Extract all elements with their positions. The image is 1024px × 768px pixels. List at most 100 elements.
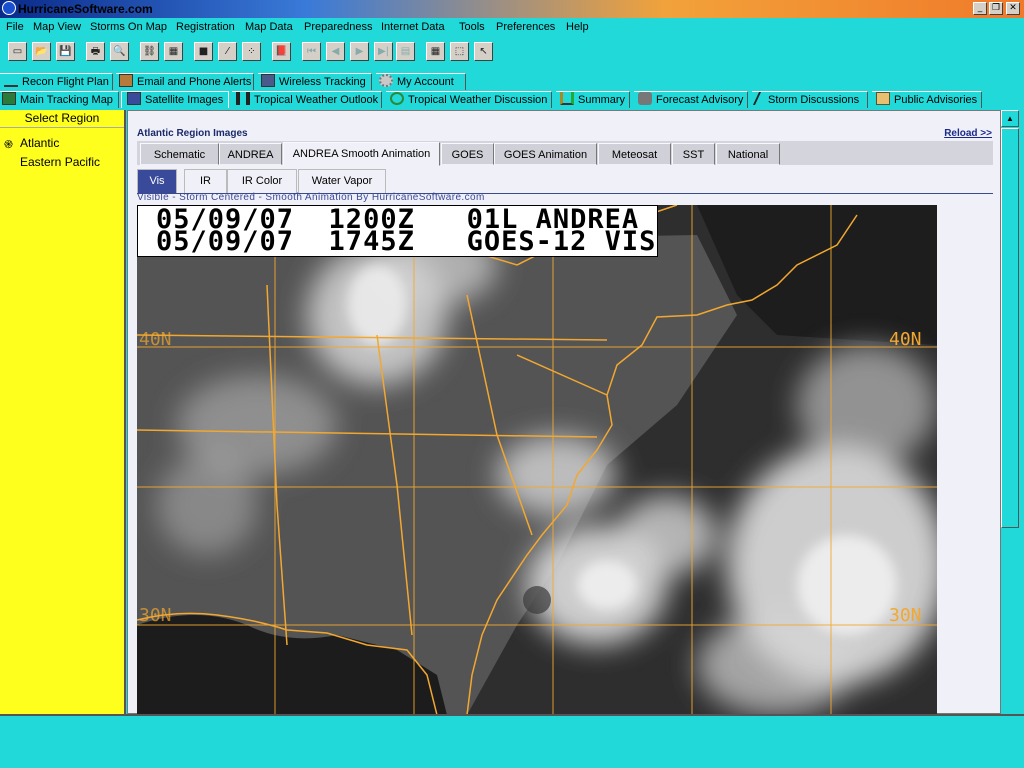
binoculars-icon <box>236 92 250 105</box>
tab-water-vapor[interactable]: Water Vapor <box>298 169 386 193</box>
tab-row-upper: Recon Flight Plan Email and Phone Alerts… <box>0 73 1024 91</box>
prev-frame-icon[interactable]: ◀ <box>326 42 345 61</box>
book-icon[interactable]: 📕 <box>272 42 291 61</box>
tab-my-account[interactable]: My Account <box>376 73 466 90</box>
menu-registration[interactable]: Registration <box>176 21 235 33</box>
title-bar[interactable]: HurricaneSoftware.com _ ❐ ✕ <box>0 0 1024 18</box>
storm-icon <box>638 92 652 105</box>
wireless-icon <box>261 74 275 87</box>
menu-storms-on-map[interactable]: Storms On Map <box>90 21 167 33</box>
play-icon[interactable]: ▶ <box>350 42 369 61</box>
menu-bar: File Map View Storms On Map Registration… <box>0 18 1024 38</box>
tab-label: Tropical Weather Outlook <box>254 94 379 106</box>
print-preview-icon[interactable]: 🔍 <box>110 42 129 61</box>
tab-label: Main Tracking Map <box>20 94 113 106</box>
tab-forecast-advisory[interactable]: Forecast Advisory <box>634 91 748 108</box>
tab-ir-color[interactable]: IR Color <box>227 169 297 193</box>
box-icon[interactable]: ■ <box>194 42 213 61</box>
tab-label: Storm Discussions <box>768 94 860 106</box>
tab-recon-flight-plan[interactable]: Recon Flight Plan <box>0 73 113 90</box>
scroll-up-arrow-icon[interactable]: ▲ <box>1001 110 1019 127</box>
tab-meteosat[interactable]: Meteosat <box>598 143 671 165</box>
new-file-icon[interactable]: ▭ <box>8 42 27 61</box>
grid-points-icon[interactable]: ⁘ <box>242 42 261 61</box>
image-tabs: Schematic ANDREA ANDREA Smooth Animation… <box>137 141 993 166</box>
tab-label: Email and Phone Alerts <box>137 76 252 88</box>
image-timestamp-line2: 05/09/07 1745Z GOES-12 VIS <box>156 226 657 257</box>
reload-link[interactable]: Reload >> <box>944 128 992 139</box>
close-button[interactable]: ✕ <box>1006 2 1020 15</box>
content-area: Atlantic Region Images Reload >> Schemat… <box>127 110 1001 715</box>
latitude-label-40n: 40N <box>889 329 922 350</box>
vertical-scrollbar[interactable]: ▲ <box>1001 110 1019 714</box>
tab-label: My Account <box>397 76 454 88</box>
tab-goes[interactable]: GOES <box>441 143 494 165</box>
tab-email-phone-alerts[interactable]: Email and Phone Alerts <box>116 73 254 90</box>
tab-storm-discussions[interactable]: Storm Discussions <box>752 91 868 108</box>
tab-schematic[interactable]: Schematic <box>140 143 219 165</box>
satellite-map <box>137 205 937 715</box>
tab-label: Wireless Tracking <box>279 76 366 88</box>
content-heading: Atlantic Region Images <box>137 128 248 139</box>
building-icon[interactable]: ▦ <box>164 42 183 61</box>
link-icon[interactable]: ⛓ <box>140 42 159 61</box>
menu-file[interactable]: File <box>6 21 24 33</box>
tab-vis[interactable]: Vis <box>137 169 177 193</box>
tab-wireless-tracking[interactable]: Wireless Tracking <box>258 73 372 90</box>
tab-row-lower: Main Tracking Map Satellite Images Tropi… <box>0 91 1024 109</box>
tab-public-advisories[interactable]: Public Advisories <box>872 91 982 108</box>
save-icon[interactable]: 💾 <box>56 42 75 61</box>
scroll-thumb[interactable] <box>1001 128 1019 528</box>
region-item-eastern-pacific[interactable]: Eastern Pacific <box>20 155 100 169</box>
chart-icon[interactable]: ⁄ <box>218 42 237 61</box>
phone-icon <box>119 74 133 87</box>
menu-preferences[interactable]: Preferences <box>496 21 555 33</box>
status-bar <box>0 714 1024 768</box>
grid-icon[interactable]: ▦ <box>426 42 445 61</box>
tab-national[interactable]: National <box>716 143 780 165</box>
tab-summary[interactable]: Summary <box>556 91 630 108</box>
print-icon[interactable]: 🖶 <box>86 42 105 61</box>
tab-label: Public Advisories <box>894 94 978 106</box>
tab-andrea[interactable]: ANDREA <box>219 143 282 165</box>
house-icon <box>876 92 890 105</box>
channel-tabs: Vis IR IR Color Water Vapor <box>137 169 993 194</box>
region-panel-header: Select Region <box>0 110 124 128</box>
toolbar: ▭ 📂 💾 🖶 🔍 ⛓ ▦ ■ ⁄ ⁘ 📕 ⏮ ◀ ▶ ▶| ▤ ▦ ⬚ ↖ <box>0 40 1024 66</box>
tab-satellite-images[interactable]: Satellite Images <box>121 91 229 108</box>
bar-chart-icon <box>560 92 574 105</box>
refresh-icon <box>390 92 404 105</box>
minimize-button[interactable]: _ <box>973 2 987 15</box>
menu-map-data[interactable]: Map Data <box>245 21 293 33</box>
tab-label: Recon Flight Plan <box>22 76 109 88</box>
open-folder-icon[interactable]: 📂 <box>32 42 51 61</box>
select-icon[interactable]: ⬚ <box>450 42 469 61</box>
tab-label: Summary <box>578 94 626 106</box>
cursor-icon[interactable]: ↖ <box>474 42 493 61</box>
latitude-label-30n-left: 30N <box>139 605 172 626</box>
tab-tropical-weather-discussion[interactable]: Tropical Weather Discussion <box>386 91 552 108</box>
last-frame-icon[interactable]: ▤ <box>396 42 415 61</box>
restore-button[interactable]: ❐ <box>989 2 1003 15</box>
satellite-icon <box>127 92 141 105</box>
region-item-atlantic[interactable]: Atlantic <box>20 136 59 150</box>
lightning-icon <box>752 92 768 105</box>
menu-help[interactable]: Help <box>566 21 589 33</box>
first-frame-icon[interactable]: ⏮ <box>302 42 321 61</box>
tab-label: Satellite Images <box>145 94 224 106</box>
menu-map-view[interactable]: Map View <box>33 21 81 33</box>
image-timestamp-box: 05/09/07 1200Z 01L ANDREA 05/09/07 1745Z… <box>137 205 658 257</box>
tab-goes-animation[interactable]: GOES Animation <box>494 143 597 165</box>
tab-tropical-weather-outlook[interactable]: Tropical Weather Outlook <box>232 91 382 108</box>
menu-internet-data[interactable]: Internet Data <box>381 21 445 33</box>
menu-preparedness[interactable]: Preparedness <box>304 21 373 33</box>
next-frame-icon[interactable]: ▶| <box>374 42 393 61</box>
tab-label: Tropical Weather Discussion <box>408 94 548 106</box>
tab-sst[interactable]: SST <box>672 143 715 165</box>
region-panel: Select Region ֎ Atlantic Eastern Pacific <box>0 110 126 714</box>
hurricane-icon: ֎ <box>4 139 13 151</box>
tab-andrea-smooth-animation[interactable]: ANDREA Smooth Animation <box>283 142 440 166</box>
tab-ir[interactable]: IR <box>184 169 227 193</box>
menu-tools[interactable]: Tools <box>459 21 485 33</box>
tab-main-tracking-map[interactable]: Main Tracking Map <box>0 91 119 108</box>
